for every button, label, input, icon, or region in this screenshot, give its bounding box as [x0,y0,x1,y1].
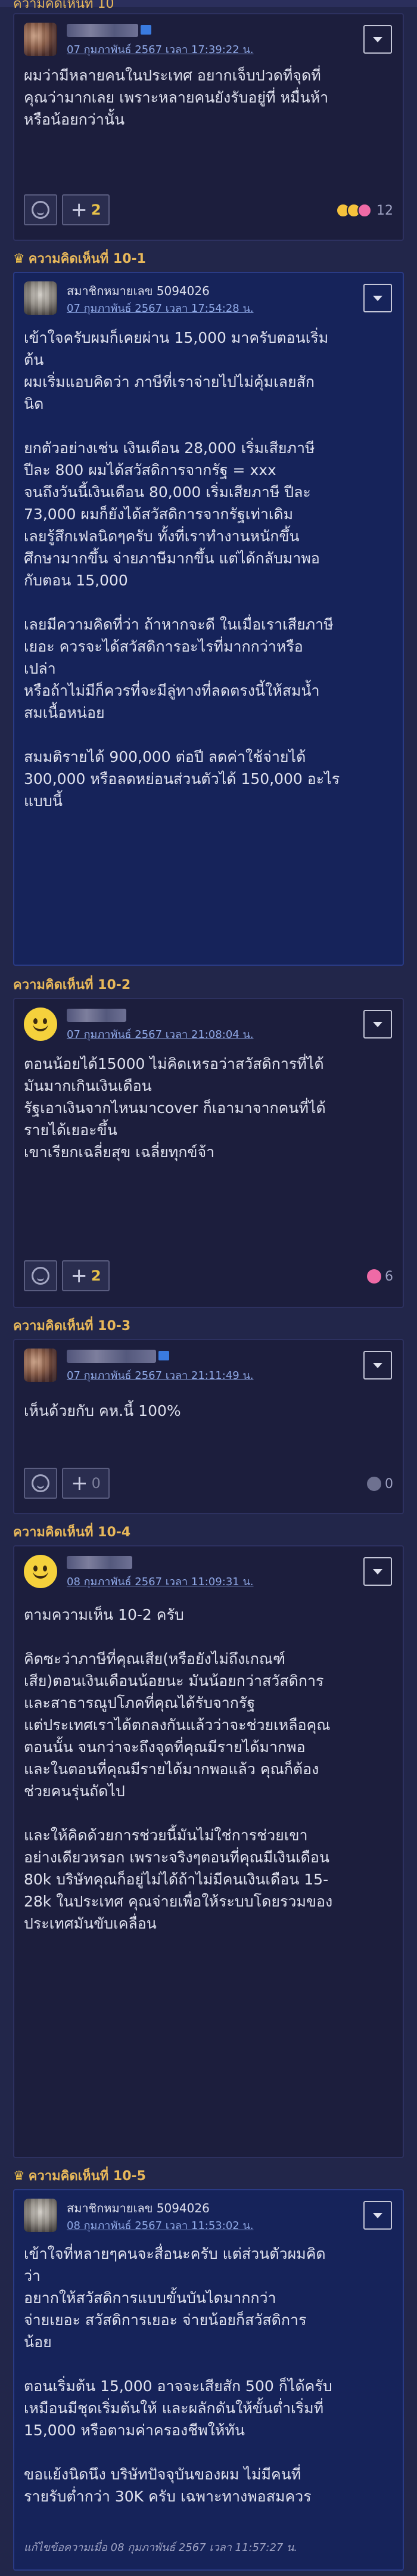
chevron-down-icon [373,1362,382,1368]
comment-card-10-4: 08 กุมภาพันธ์ 2567 เวลา 11:09:31 น. ตามค… [13,1545,404,2158]
plus-count: 0 [91,1475,101,1492]
section-label-10-3: ความคิดเห็นที่ 10-3 [13,1319,131,1334]
comment-timestamp[interactable]: 08 กุมภาพันธ์ 2567 เวลา 11:09:31 น. [67,1573,253,1590]
comment-header: 08 กุมภาพันธ์ 2567 เวลา 11:09:31 น. [24,1554,396,1589]
reaction-summary[interactable]: 12 [336,202,393,219]
heart-reaction-icon [367,1269,381,1284]
avatar[interactable] [24,1008,57,1041]
chevron-down-icon [373,1021,382,1027]
author-name-redacted[interactable] [67,1556,132,1569]
comment-timestamp[interactable]: 08 กุมภาพันธ์ 2567 เวลา 11:53:02 น. [67,2217,253,2234]
plus-icon: + [70,1264,88,1288]
plus-vote-button[interactable]: + 2 [62,194,110,225]
comment-header: 07 กุมภาพันธ์ 2567 เวลา 21:08:04 น. [24,1006,396,1042]
comment-body: เห็นด้วยกับ คห.นี้ 100% [24,1402,181,1419]
comment-body: เข้าใจที่หลายๆคนจะสื่อนะครับ แต่ส่วนตัวผ… [24,2245,332,2505]
comment-actions: + 2 6 [24,1260,393,1294]
smiley-icon [32,201,49,219]
section-label-10-4: ความคิดเห็นที่ 10-4 [13,1525,131,1540]
smiley-icon [32,1267,49,1285]
section-label-10-5: ♛ ความคิดเห็นที่ 10-5 [13,2169,146,2184]
emoji-react-button[interactable] [24,1260,57,1291]
section-label-10: ความคิดเห็นที่ 10 [13,0,114,11]
chevron-down-icon [373,1568,382,1574]
comment-header: สมาชิกหมายเลข 5094026 08 กุมภาพันธ์ 2567… [24,2197,396,2233]
comment-card-10-5: สมาชิกหมายเลข 5094026 08 กุมภาพันธ์ 2567… [13,2189,404,2571]
author-name[interactable]: สมาชิกหมายเลข 5094026 [67,281,210,300]
avatar[interactable] [24,281,57,315]
member-badge-icon [141,25,151,35]
previous-section-strip: ความคิดเห็นที่ 10 [0,0,417,11]
comment-body: ผมว่ามีหลายคนในประเทศ อยากเจ็บปวดที่จุดท… [24,67,329,128]
heart-reaction-icon [357,203,372,218]
section-label-10-2: ความคิดเห็นที่ 10-2 [13,978,131,993]
comment-card-10-1: สมาชิกหมายเลข 5094026 07 กุมภาพันธ์ 2567… [13,272,404,966]
comment-timestamp[interactable]: 07 กุมภาพันธ์ 2567 เวลา 21:11:49 น. [67,1366,253,1384]
edit-note: แก้ไขข้อความเมื่อ 08 กุมภาพันธ์ 2567 เวล… [24,2541,298,2554]
member-badge-icon [158,1351,169,1360]
reaction-count: 12 [376,203,393,218]
plus-icon: + [71,1471,88,1495]
chevron-down-icon [373,295,382,301]
plus-count: 2 [91,1267,101,1284]
comment-actions: + 2 12 [24,194,393,228]
reaction-summary[interactable]: 6 [367,1267,393,1285]
emoji-react-button[interactable] [24,194,57,225]
comment-menu-button[interactable] [363,2201,392,2230]
comment-timestamp[interactable]: 07 กุมภาพันธ์ 2567 เวลา 21:08:04 น. [67,1025,253,1043]
comment-menu-button[interactable] [363,1010,392,1039]
avatar[interactable] [24,23,57,56]
comment-timestamp[interactable]: 07 กุมภาพันธ์ 2567 เวลา 17:39:22 น. [67,41,253,58]
author-name-redacted[interactable] [67,1009,126,1022]
comment-header: 07 กุมภาพันธ์ 2567 เวลา 17:39:22 น. [24,21,396,57]
comment-menu-button[interactable] [363,25,392,54]
comment-thread: ความคิดเห็นที่ 10 07 กุมภาพันธ์ 2567 เวล… [0,0,417,2576]
plus-icon: + [70,198,88,222]
comment-header: สมาชิกหมายเลข 5094026 07 กุมภาพันธ์ 2567… [24,280,396,316]
avatar[interactable] [24,1555,57,1588]
crown-icon: ♛ [13,252,25,266]
crown-icon: ♛ [13,2169,25,2184]
emoji-react-button[interactable] [24,1468,57,1499]
comment-actions: + 0 0 [24,1468,393,1501]
comment-timestamp[interactable]: 07 กุมภาพันธ์ 2567 เวลา 17:54:28 น. [67,299,253,317]
avatar[interactable] [24,2199,57,2232]
chevron-down-icon [373,2212,382,2218]
comment-body: ตอนน้อยได้15000 ไม่คิดเหรอว่าสวัสดิการที… [24,1055,326,1161]
chevron-down-icon [373,36,382,42]
plus-vote-button[interactable]: + 0 [62,1468,110,1499]
comment-card-10-2: 07 กุมภาพันธ์ 2567 เวลา 21:08:04 น. ตอนน… [13,998,404,1308]
author-name-redacted[interactable] [67,1350,156,1363]
author-name-redacted[interactable] [67,24,138,37]
comment-header: 07 กุมภาพันธ์ 2567 เวลา 21:11:49 น. [24,1347,396,1383]
reaction-count: 6 [385,1269,393,1284]
avatar[interactable] [24,1349,57,1382]
comment-body: ตามความเห็น 10-2 ครับ คิดซะว่าภาษีที่คุณ… [24,1606,333,1932]
smiley-icon [32,1474,49,1492]
comment-menu-button[interactable] [363,1557,392,1586]
section-label-10-1: ♛ ความคิดเห็นที่ 10-1 [13,252,146,266]
comment-card-10: 07 กุมภาพันธ์ 2567 เวลา 17:39:22 น. ผมว่… [13,13,404,241]
reaction-count: 0 [385,1476,393,1492]
comment-menu-button[interactable] [363,284,392,312]
comment-body: เข้าใจครับผมก็เคยผ่าน 15,000 มาครับตอนเร… [24,329,340,810]
emoji-reaction-icon [367,1477,381,1491]
comment-menu-button[interactable] [363,1351,392,1380]
plus-count: 2 [91,202,101,218]
reaction-summary[interactable]: 0 [367,1475,393,1493]
plus-vote-button[interactable]: + 2 [62,1260,110,1291]
author-name[interactable]: สมาชิกหมายเลข 5094026 [67,2199,210,2218]
comment-card-10-3: 07 กุมภาพันธ์ 2567 เวลา 21:11:49 น. เห็น… [13,1339,404,1514]
